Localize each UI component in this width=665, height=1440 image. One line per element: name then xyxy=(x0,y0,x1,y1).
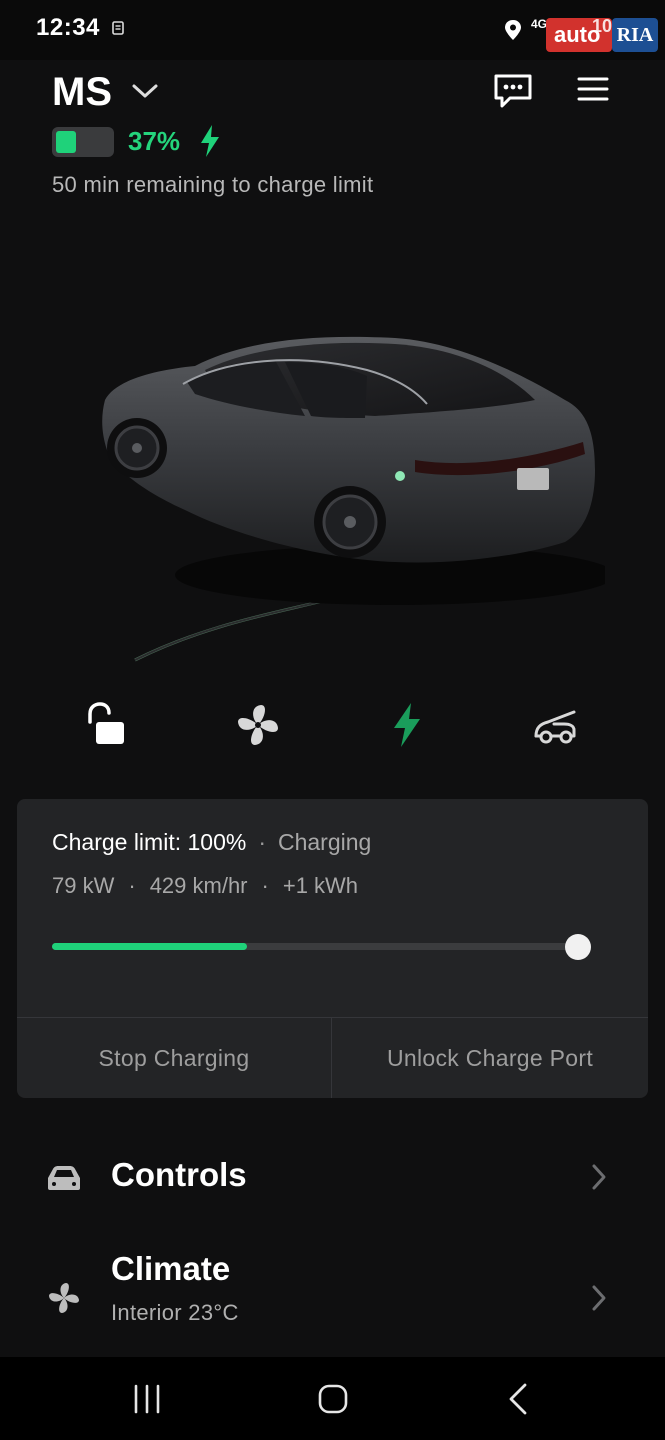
chevron-right-icon xyxy=(592,1164,606,1190)
charge-stats: 79 kW · 429 km/hr · +1 kWh xyxy=(52,873,358,899)
charge-limit-line: Charge limit: 100% · Charging xyxy=(52,829,371,856)
battery-percent: 37% xyxy=(128,126,181,156)
car-name[interactable]: MS xyxy=(52,70,112,115)
lightning-bolt-icon[interactable] xyxy=(382,700,432,750)
separator-dot: · xyxy=(261,873,269,898)
watermark: auto 100 RIA xyxy=(546,16,658,52)
charge-rate: 429 km/hr xyxy=(149,873,248,898)
controls-row[interactable]: Controls xyxy=(0,1130,665,1226)
chevron-right-icon xyxy=(592,1285,606,1311)
climate-row[interactable]: Climate Interior 23°C xyxy=(0,1240,665,1350)
car-image xyxy=(102,336,605,662)
car-trunk-icon[interactable] xyxy=(530,700,580,750)
fan-icon[interactable] xyxy=(233,700,283,750)
watermark-ria: RIA xyxy=(612,18,658,52)
charge-level-fill xyxy=(52,943,247,950)
charge-remaining-text: 50 min remaining to charge limit xyxy=(52,172,374,197)
fan-icon xyxy=(49,1283,79,1313)
charge-limit-slider[interactable] xyxy=(52,943,578,950)
recent-apps-icon[interactable] xyxy=(127,1380,167,1418)
climate-title: Climate xyxy=(111,1250,231,1287)
energy-added: +1 kWh xyxy=(282,873,359,898)
stop-charging-button[interactable]: Stop Charging xyxy=(17,1018,331,1098)
charge-limit-text[interactable]: Charge limit: 100% xyxy=(52,829,246,855)
charging-status: Charging xyxy=(277,829,372,855)
status-time: 12:34 xyxy=(36,14,100,41)
unlocked-padlock-icon[interactable] xyxy=(80,700,130,750)
charge-card: Charge limit: 100% · Charging 79 kW · 429 km… xyxy=(17,799,648,1098)
charge-limit-slider-handle[interactable] xyxy=(565,934,591,960)
charge-power: 79 kW xyxy=(52,873,115,898)
separator-dot: · xyxy=(258,829,266,855)
message-icon[interactable] xyxy=(492,72,534,110)
location-icon xyxy=(505,20,521,40)
charging-bolt-icon xyxy=(201,125,219,157)
home-icon[interactable] xyxy=(313,1380,353,1418)
chevron-down-icon[interactable] xyxy=(130,80,160,102)
car-icon xyxy=(48,1166,80,1190)
unlock-charge-port-button[interactable]: Unlock Charge Port xyxy=(332,1018,648,1098)
separator-dot: · xyxy=(128,873,136,898)
climate-subtitle: Interior 23°C xyxy=(111,1300,239,1325)
battery-indicator xyxy=(52,127,114,157)
battery-fill xyxy=(56,131,76,153)
back-icon[interactable] xyxy=(499,1380,539,1418)
controls-title: Controls xyxy=(111,1156,247,1193)
menu-icon[interactable] xyxy=(576,74,610,104)
notification-icon xyxy=(112,21,124,35)
